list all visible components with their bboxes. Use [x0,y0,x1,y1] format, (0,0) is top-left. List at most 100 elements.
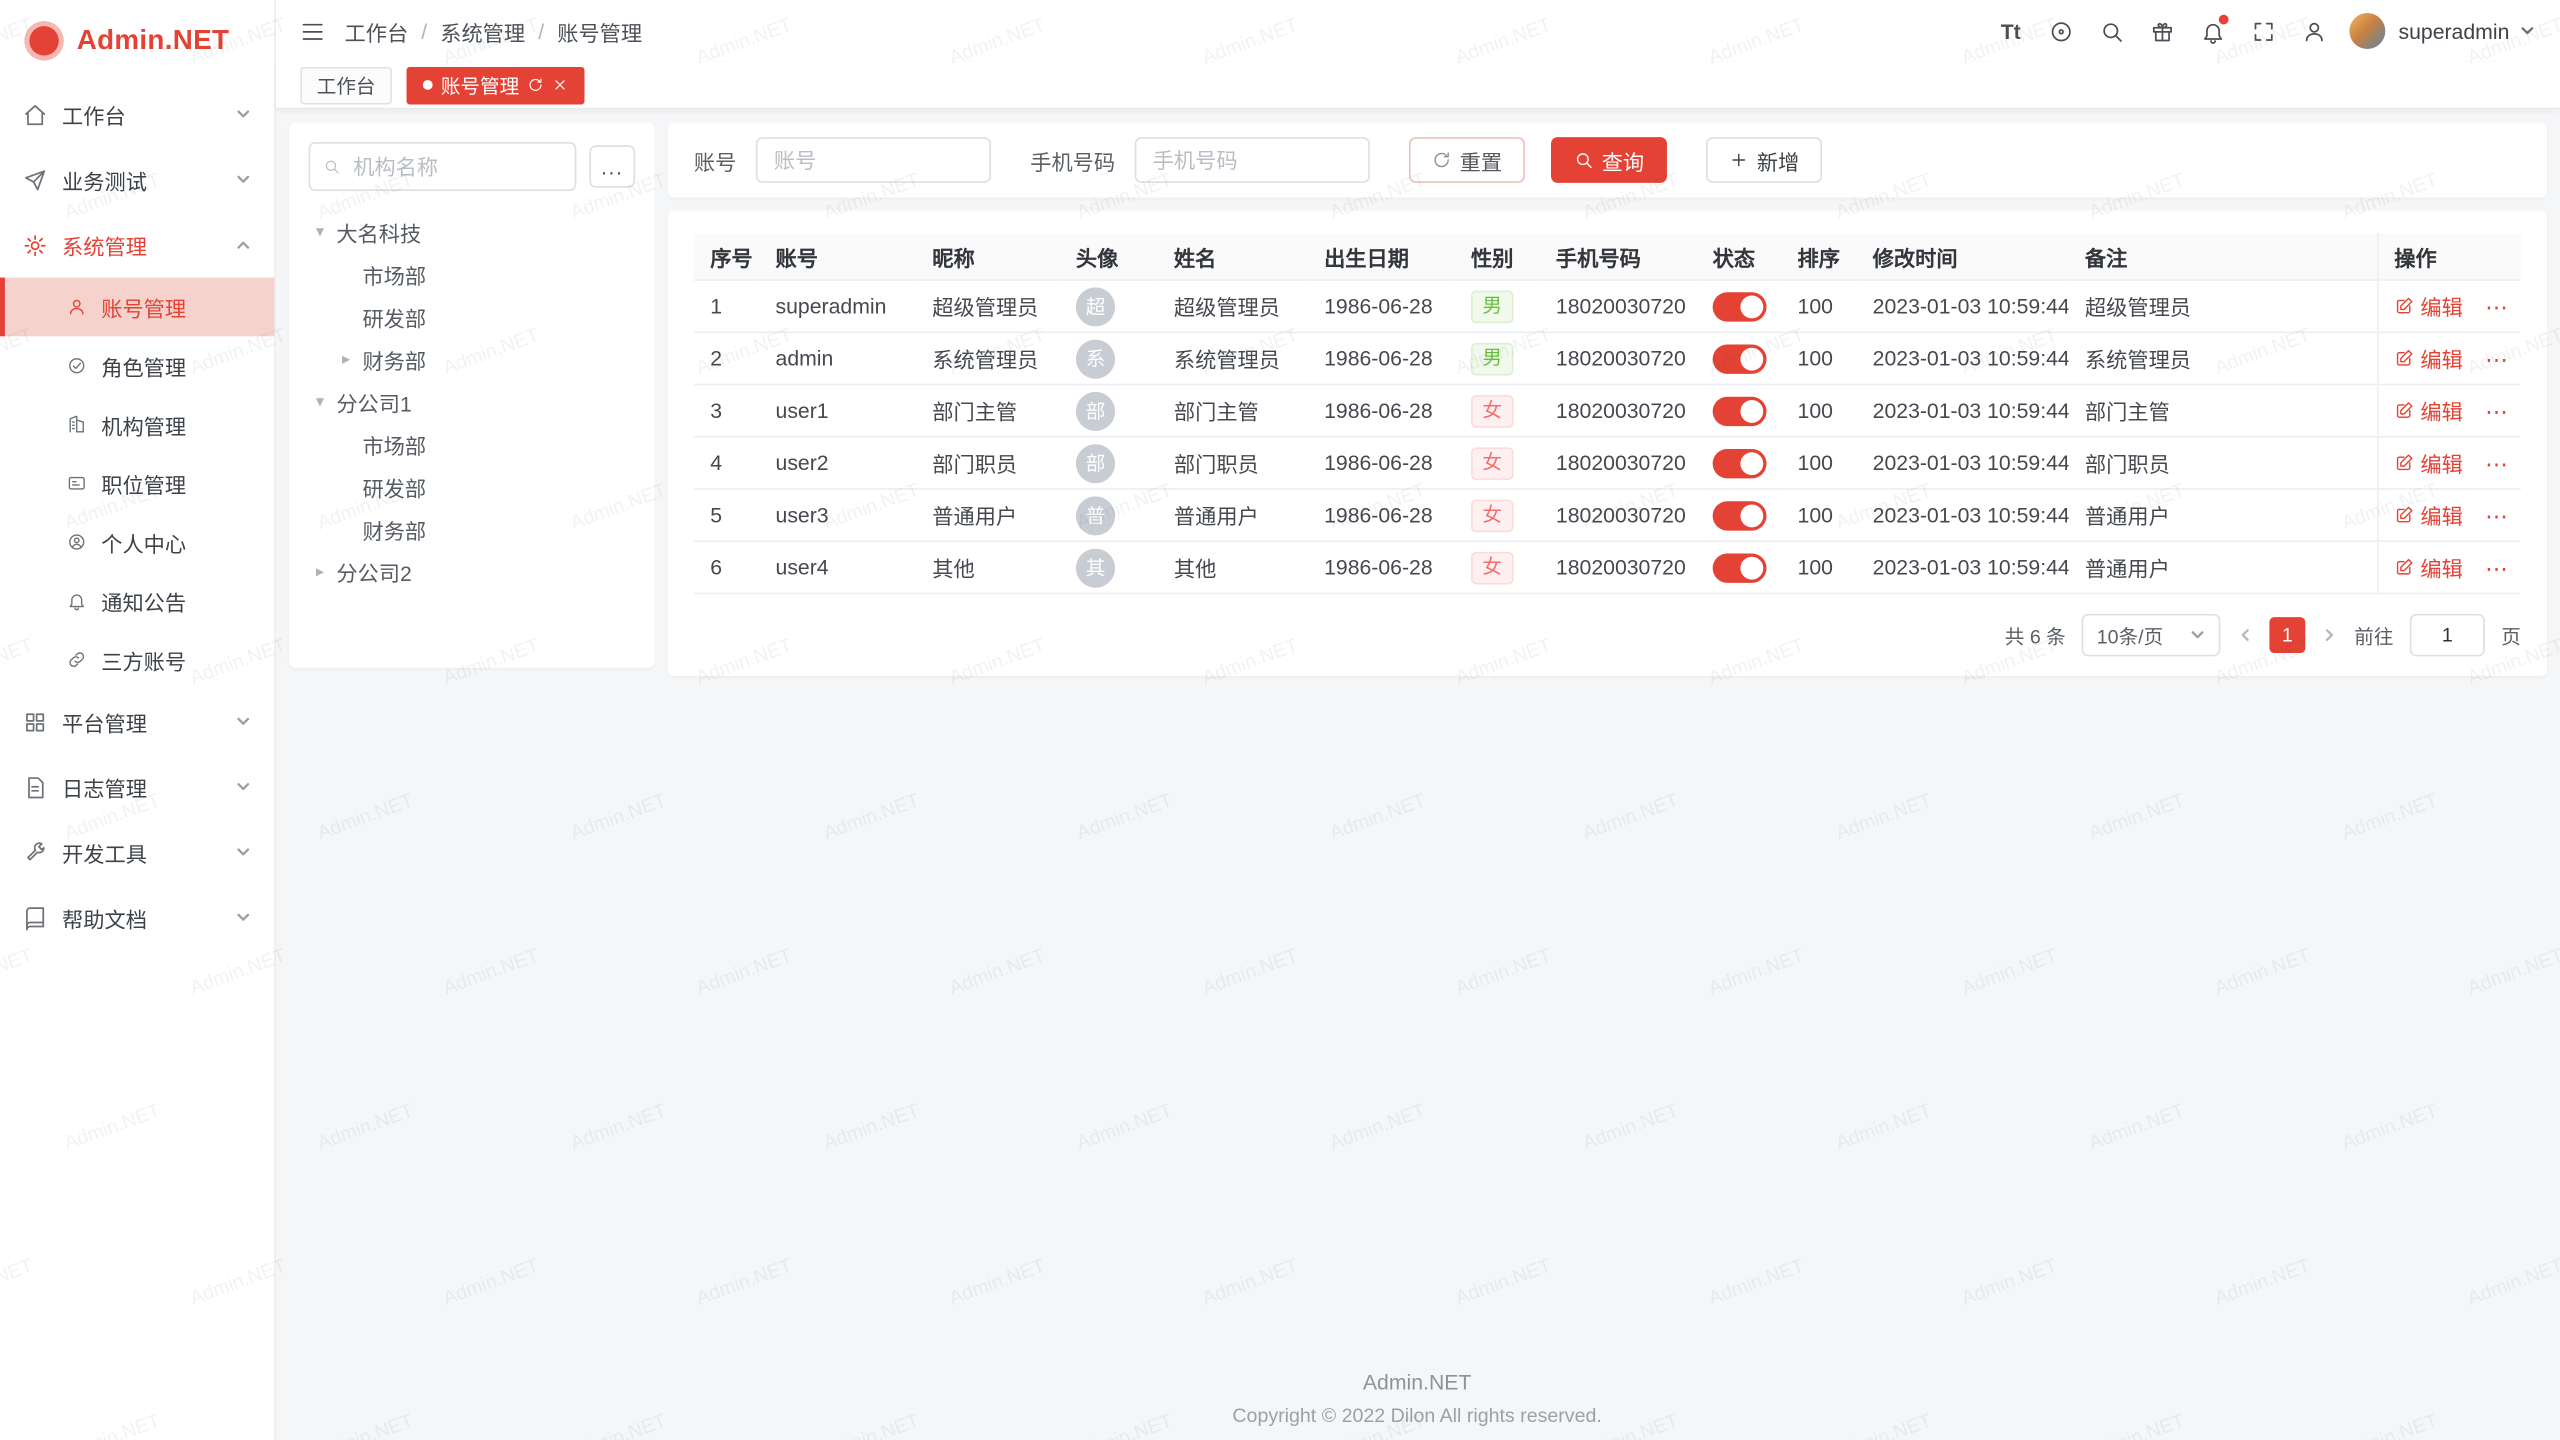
font-size-icon[interactable]: Tt [1989,10,2033,52]
tab-account-mgmt[interactable]: 账号管理 [407,66,585,104]
close-icon[interactable] [552,77,568,93]
cell-name: 其他 [1158,541,1308,593]
tree-node[interactable]: ▸ 分公司2 [309,550,636,592]
edit-button[interactable]: 编辑 [2394,290,2463,321]
more-button[interactable]: ⋯ [2485,294,2509,320]
sidebar-item-business-test[interactable]: 业务测试 [0,147,274,212]
add-button[interactable]: 新增 [1706,137,1822,183]
fullscreen-icon[interactable] [2242,10,2286,52]
sidebar-item-org-mgmt[interactable]: 机构管理 [0,395,274,454]
col-header: 头像 [1060,233,1158,280]
chevron-down-icon[interactable] [2519,23,2535,39]
query-bar: 账号 手机号码 重置 查询 [668,122,2547,197]
sidebar-item-help-docs[interactable]: 帮助文档 [0,885,274,950]
username[interactable]: superadmin [2398,19,2509,43]
cell-avatar: 系 [1060,332,1158,384]
profile-icon[interactable] [2292,10,2336,52]
status-toggle[interactable] [1713,291,1767,320]
refresh-icon [1432,150,1452,170]
sidebar-item-personal-center[interactable]: 个人中心 [0,513,274,572]
cell-phone: 18020030720 [1540,541,1697,593]
cell-account: superadmin [759,280,916,332]
breadcrumb-item[interactable]: 工作台 [344,16,408,47]
cell-status [1696,437,1781,489]
avatar[interactable] [2349,13,2385,49]
tree-node[interactable]: 市场部 [309,423,636,465]
org-more-button[interactable]: ... [589,145,635,187]
edit-button[interactable]: 编辑 [2394,447,2463,478]
status-toggle[interactable] [1713,500,1767,529]
prev-page-button[interactable] [2237,627,2253,643]
cell-name: 系统管理员 [1158,332,1308,384]
reset-button-label: 重置 [1460,144,1502,175]
gender-badge: 女 [1471,447,1513,480]
search-button[interactable]: 查询 [1551,137,1667,183]
edit-button[interactable]: 编辑 [2394,342,2463,373]
cell-gender: 女 [1455,437,1540,489]
gender-badge: 男 [1471,290,1513,323]
sidebar-item-system[interactable]: 系统管理 [0,212,274,277]
cell-account: user1 [759,384,916,436]
sidebar-item-account-mgmt[interactable]: 账号管理 [0,278,274,337]
edit-button[interactable]: 编辑 [2394,499,2463,530]
status-toggle[interactable] [1713,396,1767,425]
cell-modified: 2023-01-03 10:59:44 [1856,332,2068,384]
more-button[interactable]: ⋯ [2485,556,2509,582]
right-column: 账号 手机号码 重置 查询 [668,122,2547,675]
more-button[interactable]: ⋯ [2485,399,2509,425]
breadcrumb-item[interactable]: 系统管理 [440,16,525,47]
tree-node[interactable]: 研发部 [309,465,636,507]
edit-icon [2394,348,2414,368]
phone-input[interactable] [1135,137,1370,183]
more-button[interactable]: ⋯ [2485,451,2509,477]
tree-node[interactable]: 市场部 [309,253,636,295]
tree-node[interactable]: ▾ 分公司1 [309,380,636,422]
cell-avatar: 部 [1060,437,1158,489]
cell-nickname: 部门主管 [916,384,1060,436]
locale-icon[interactable] [2039,10,2083,52]
goto-page-input[interactable] [2410,614,2485,656]
breadcrumb-item[interactable]: 账号管理 [557,16,642,47]
refresh-icon[interactable] [527,77,543,93]
account-input[interactable] [756,137,991,183]
tree-node[interactable]: ▾ 大名科技 [309,211,636,253]
sidebar-item-label: 系统管理 [62,229,147,260]
sidebar-item-position-mgmt[interactable]: 职位管理 [0,454,274,513]
status-toggle[interactable] [1713,344,1767,373]
tree-node[interactable]: 财务部 [309,508,636,550]
sidebar-item-role-mgmt[interactable]: 角色管理 [0,336,274,395]
next-page-button[interactable] [2322,627,2338,643]
book-icon [23,905,47,929]
hamburger-menu-icon[interactable] [300,19,324,43]
edit-button[interactable]: 编辑 [2394,395,2463,426]
cell-account: admin [759,332,916,384]
chevron-down-icon [235,909,251,925]
tab-workbench[interactable]: 工作台 [300,66,391,104]
sidebar-item-third-party-account[interactable]: 三方账号 [0,630,274,689]
sidebar-item-workbench[interactable]: 工作台 [0,82,274,147]
notification-bell-icon[interactable] [2191,10,2235,52]
sidebar-item-notice[interactable]: 通知公告 [0,571,274,630]
cell-modified: 2023-01-03 10:59:44 [1856,541,2068,593]
page-number-button[interactable]: 1 [2269,617,2305,653]
cell-remark: 部门职员 [2069,437,2378,489]
sidebar-item-logs[interactable]: 日志管理 [0,754,274,819]
page-size-value: 10条/页 [2097,621,2163,649]
theme-icon[interactable] [2141,10,2185,52]
page-size-select[interactable]: 10条/页 [2082,614,2220,656]
more-button[interactable]: ⋯ [2485,503,2509,529]
sidebar-item-dev-tools[interactable]: 开发工具 [0,820,274,885]
cell-status [1696,541,1781,593]
status-toggle[interactable] [1713,553,1767,582]
edit-button[interactable]: 编辑 [2394,551,2463,582]
row-avatar: 部 [1076,391,1115,430]
org-search-input[interactable] [350,153,562,181]
sidebar-item-platform[interactable]: 平台管理 [0,689,274,754]
search-icon[interactable] [2090,10,2134,52]
reset-button[interactable]: 重置 [1409,137,1525,183]
tree-node[interactable]: 研发部 [309,296,636,338]
tree-node[interactable]: ▸ 财务部 [309,338,636,380]
more-button[interactable]: ⋯ [2485,347,2509,373]
cell-status [1696,489,1781,541]
status-toggle[interactable] [1713,448,1767,477]
